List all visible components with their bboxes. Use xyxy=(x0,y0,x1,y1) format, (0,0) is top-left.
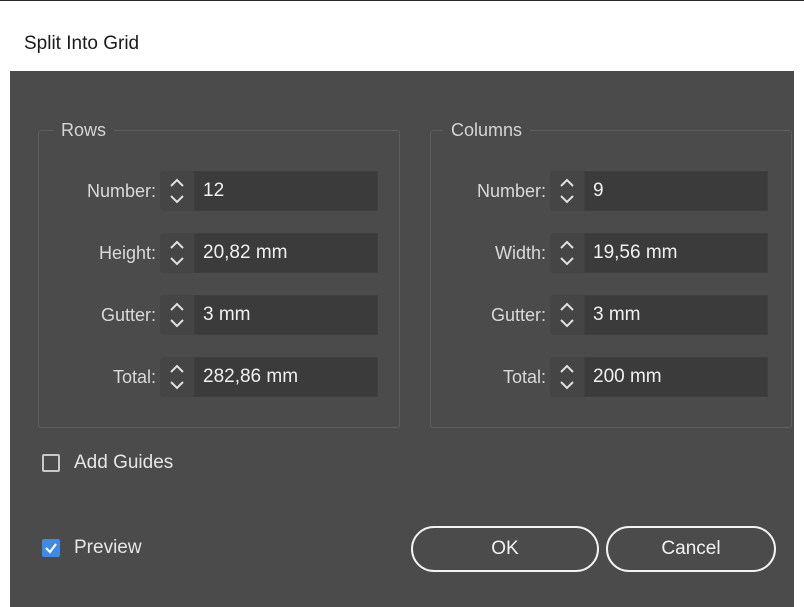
window-title: Split Into Grid xyxy=(24,33,140,54)
preview-label[interactable]: Preview xyxy=(74,537,142,559)
preview-checkbox[interactable] xyxy=(42,539,60,557)
columns-gutter-label: Gutter: xyxy=(490,305,546,325)
columns-number-label: Number: xyxy=(476,181,546,201)
columns-gutter-row: Gutter: xyxy=(10,295,546,335)
dialog-body: Rows Number: 12 Height: 20,82 mm Gutter:… xyxy=(10,71,794,607)
up-down-chevron-icon xyxy=(560,240,574,266)
cancel-button[interactable]: Cancel xyxy=(606,526,776,572)
columns-total-stepper[interactable] xyxy=(550,357,584,397)
up-down-chevron-icon xyxy=(560,302,574,328)
title-bar: Split Into Grid xyxy=(0,1,804,71)
columns-gutter-input[interactable]: 3 mm xyxy=(584,295,768,335)
columns-total-row: Total: xyxy=(10,357,546,397)
checkmark-icon xyxy=(45,543,57,554)
columns-width-input[interactable]: 19,56 mm xyxy=(584,233,768,273)
add-guides-checkbox[interactable] xyxy=(42,454,60,472)
add-guides-label[interactable]: Add Guides xyxy=(74,452,173,474)
columns-group-title: Columns xyxy=(443,119,531,141)
columns-width-stepper[interactable] xyxy=(550,233,584,273)
columns-number-stepper[interactable] xyxy=(550,171,584,211)
rows-group-title: Rows xyxy=(53,119,115,141)
columns-gutter-stepper[interactable] xyxy=(550,295,584,335)
columns-number-input[interactable]: 9 xyxy=(584,171,768,211)
columns-width-label: Width: xyxy=(494,243,546,263)
columns-width-row: Width: xyxy=(10,233,546,273)
columns-total-input[interactable]: 200 mm xyxy=(584,357,768,397)
up-down-chevron-icon xyxy=(560,364,574,390)
up-down-chevron-icon xyxy=(560,178,574,204)
columns-number-row: Number: xyxy=(10,171,546,211)
columns-total-label: Total: xyxy=(502,367,546,387)
ok-button[interactable]: OK xyxy=(411,526,599,572)
